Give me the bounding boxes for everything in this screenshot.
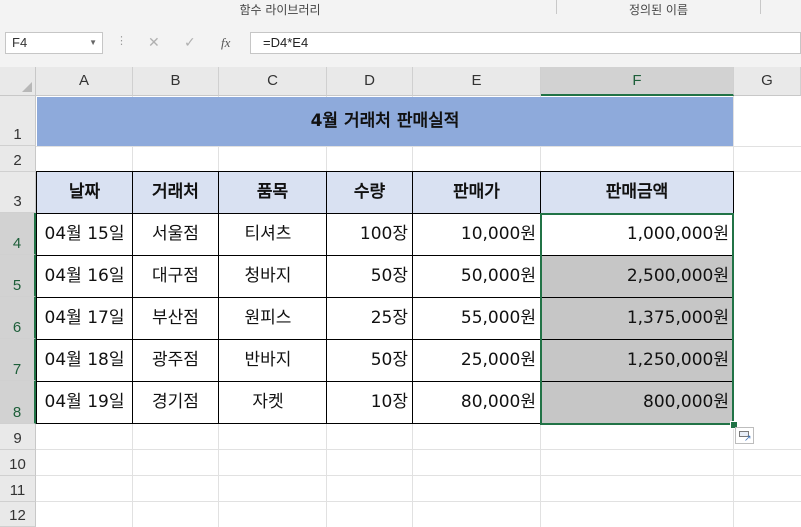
- column-header-f[interactable]: F: [541, 67, 734, 96]
- row-number: 8: [12, 404, 22, 421]
- item-cell[interactable]: 자켓: [219, 382, 317, 423]
- qty-cell[interactable]: 25장: [327, 298, 412, 339]
- gridline: [36, 146, 801, 147]
- qty-cell[interactable]: 10장: [327, 382, 412, 423]
- worksheet-grid[interactable]: A B C D E F G 1 2 3 4 5 6 7 8 9 10 11 12…: [0, 67, 801, 527]
- qty-cell[interactable]: 50장: [327, 256, 412, 297]
- row-header-8[interactable]: 8: [0, 381, 36, 424]
- header-amount-cell[interactable]: 판매금액: [541, 172, 733, 213]
- client-cell[interactable]: 대구점: [133, 256, 218, 297]
- row-number: 12: [9, 507, 26, 524]
- quick-analysis-lightning-icon: ↗: [744, 434, 752, 444]
- price-cell[interactable]: 25,000원: [413, 340, 540, 381]
- item-cell[interactable]: 청바지: [219, 256, 317, 297]
- column-header-g[interactable]: G: [734, 67, 801, 96]
- date-cell[interactable]: 04월 17일: [37, 298, 132, 339]
- gridline: [36, 475, 801, 476]
- chevron-down-icon[interactable]: ▼: [89, 33, 97, 53]
- qty-cell[interactable]: 50장: [327, 340, 412, 381]
- column-header-b[interactable]: B: [133, 67, 219, 96]
- column-header-c[interactable]: C: [219, 67, 327, 96]
- row-number: 7: [12, 361, 22, 378]
- client-cell[interactable]: 경기점: [133, 382, 218, 423]
- row-number: 1: [13, 126, 22, 143]
- row-header-10[interactable]: 10: [0, 450, 36, 476]
- row-number: 3: [13, 193, 22, 210]
- sheet-title-cell[interactable]: 4월 거래처 판매실적: [37, 97, 733, 146]
- column-header-e[interactable]: E: [413, 67, 541, 96]
- gridline: [36, 449, 801, 450]
- price-cell[interactable]: 80,000원: [413, 382, 540, 423]
- header-price-cell[interactable]: 판매가: [413, 172, 540, 213]
- row-number: 4: [12, 235, 22, 252]
- date-cell[interactable]: 04월 19일: [37, 382, 132, 423]
- name-box-value: F4: [12, 35, 28, 50]
- column-header-d[interactable]: D: [327, 67, 413, 96]
- select-all-button[interactable]: [0, 67, 36, 96]
- close-icon[interactable]: ✕: [148, 34, 160, 52]
- insert-function-button[interactable]: fx: [221, 34, 230, 52]
- price-cell[interactable]: 50,000원: [413, 256, 540, 297]
- row-number: 11: [9, 482, 26, 499]
- quick-analysis-button[interactable]: ↗: [735, 427, 754, 444]
- header-date-cell[interactable]: 날짜: [37, 172, 132, 213]
- row-number: 2: [13, 152, 22, 169]
- name-box[interactable]: F4 ▼: [5, 32, 103, 54]
- date-cell[interactable]: 04월 16일: [37, 256, 132, 297]
- price-cell[interactable]: 55,000원: [413, 298, 540, 339]
- row-header-5[interactable]: 5: [0, 255, 36, 297]
- header-client-cell[interactable]: 거래처: [133, 172, 218, 213]
- date-cell[interactable]: 04월 18일: [37, 340, 132, 381]
- formula-input[interactable]: =D4*E4: [250, 32, 801, 54]
- item-cell[interactable]: 원피스: [219, 298, 317, 339]
- row-number: 10: [9, 456, 26, 473]
- client-cell[interactable]: 서울점: [133, 214, 218, 255]
- table-border: [36, 171, 734, 172]
- ribbon-group-strip: 함수 라이브러리 정의된 이름: [0, 0, 801, 21]
- header-item-cell[interactable]: 품목: [219, 172, 326, 213]
- formula-bar-grip-icon[interactable]: ⋮: [116, 34, 127, 47]
- row-header-12[interactable]: 12: [0, 502, 36, 527]
- gridline: [36, 501, 801, 502]
- item-cell[interactable]: 티셔츠: [219, 214, 317, 255]
- row-header-9[interactable]: 9: [0, 424, 36, 450]
- date-cell[interactable]: 04월 15일: [37, 214, 132, 255]
- qty-cell[interactable]: 100장: [327, 214, 412, 255]
- column-header-a[interactable]: A: [36, 67, 133, 96]
- select-all-triangle-icon: [22, 82, 32, 92]
- selection-range[interactable]: [540, 213, 734, 425]
- row-number: 9: [13, 430, 22, 447]
- function-library-group-label: 함수 라이브러리: [239, 3, 321, 17]
- row-header-3[interactable]: 3: [0, 172, 36, 213]
- ribbon-divider: [760, 0, 761, 14]
- row-header-11[interactable]: 11: [0, 476, 36, 502]
- row-number: 5: [12, 277, 22, 294]
- row-header-4[interactable]: 4: [0, 213, 36, 255]
- row-header-7[interactable]: 7: [0, 339, 36, 381]
- formula-bar: F4 ▼ ⋮ ✕ ✓ fx =D4*E4: [0, 20, 801, 67]
- client-cell[interactable]: 광주점: [133, 340, 218, 381]
- item-cell[interactable]: 반바지: [219, 340, 317, 381]
- row-header-6[interactable]: 6: [0, 297, 36, 339]
- row-header-2[interactable]: 2: [0, 146, 36, 172]
- header-qty-cell[interactable]: 수량: [327, 172, 412, 213]
- client-cell[interactable]: 부산점: [133, 298, 218, 339]
- price-cell[interactable]: 10,000원: [413, 214, 540, 255]
- defined-names-group-label: 정의된 이름: [628, 3, 688, 17]
- check-icon[interactable]: ✓: [184, 34, 196, 52]
- row-number: 6: [12, 319, 22, 336]
- row-header-1[interactable]: 1: [0, 96, 36, 146]
